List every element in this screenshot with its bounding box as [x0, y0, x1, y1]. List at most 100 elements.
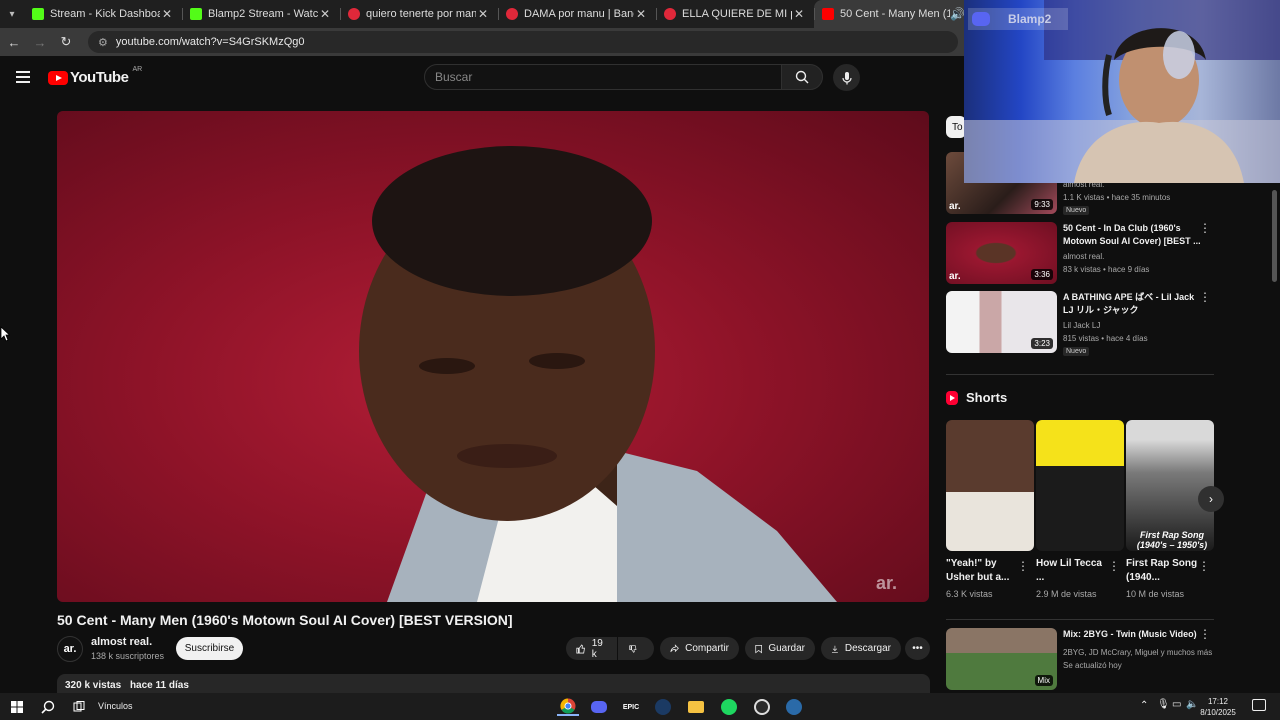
recommended-video[interactable]: ar. 3:36 50 Cent - In Da Club (1960's Mo… — [946, 222, 1214, 284]
windows-start-icon[interactable] — [8, 698, 26, 716]
new-badge: Nuevo — [1063, 206, 1090, 215]
voice-search-button[interactable] — [833, 64, 860, 91]
short-views: 2.9 M de vistas — [1036, 589, 1097, 599]
short-title[interactable]: How Lil Tecca ... — [1036, 557, 1108, 585]
reload-icon[interactable]: ↻ — [54, 34, 78, 50]
dislike-button[interactable] — [618, 637, 654, 660]
scrollbar-thumb[interactable] — [1272, 190, 1277, 282]
short-title[interactable]: "Yeah!" by Usher but a... — [946, 557, 1018, 585]
description-box[interactable]: 320 k vistas hace 11 días — [57, 674, 930, 694]
channel-name[interactable]: almost real. — [91, 636, 152, 648]
url-bar[interactable]: ⚙ youtube.com/watch?v=S4GrSKMzQg0 — [88, 31, 958, 53]
epic-games-taskbar-icon[interactable]: EPIC — [622, 698, 640, 716]
filter-chip-all[interactable]: To — [946, 116, 966, 138]
browser-tab-bandlab-1[interactable]: quiero tenerte por manu | Band ✕ — [340, 0, 498, 28]
youtube-favicon-icon — [822, 8, 834, 20]
bandlab-favicon-icon — [506, 8, 518, 20]
browser-tab-bandlab-2[interactable]: DAMA por manu | BandLab ✕ — [498, 0, 656, 28]
short-views: 10 M de vistas — [1126, 589, 1185, 599]
site-info-icon[interactable]: ⚙ — [98, 36, 108, 49]
mix-title: Mix: 2BYG - Twin (Music Video) — [1063, 629, 1197, 639]
tab-title: Stream - Kick Dashboard — [50, 8, 160, 20]
more-actions-button[interactable]: ••• — [905, 637, 930, 660]
video-title: 50 Cent - In Da Club (1960's Motown Soul… — [1063, 223, 1201, 246]
youtube-logo[interactable]: YouTube AR — [48, 66, 143, 86]
shorts-title: Shorts — [966, 390, 1008, 405]
close-tab-icon[interactable]: ✕ — [160, 7, 174, 21]
more-vert-icon[interactable]: ⋮ — [1198, 560, 1210, 572]
tab-title: DAMA por manu | BandLab — [524, 8, 634, 20]
more-vert-icon[interactable]: ⋮ — [1199, 291, 1211, 303]
file-explorer-taskbar-icon[interactable] — [687, 698, 705, 716]
tray-volume-icon[interactable]: 🔈 — [1186, 699, 1198, 710]
close-tab-icon[interactable]: ✕ — [792, 7, 806, 21]
taskbar-clock[interactable]: 17:12 8/10/2025 — [1198, 696, 1238, 718]
like-count: 19 k — [591, 637, 603, 660]
short-title[interactable]: First Rap Song (1940... — [1126, 557, 1198, 585]
taskbar-search-icon[interactable] — [39, 698, 57, 716]
browser-tab-kick-stream[interactable]: Blamp2 Stream - Watch Live on ✕ — [182, 0, 340, 28]
short-thumbnail[interactable] — [1036, 420, 1124, 551]
short-thumbnail[interactable]: First Rap Song (1940's – 1950's) — [1126, 420, 1214, 551]
channel-avatar[interactable]: ar. — [57, 636, 83, 662]
mix-thumbnail: Mix — [946, 628, 1057, 690]
steam-taskbar-icon[interactable] — [654, 698, 672, 716]
recommended-mix[interactable]: Mix Mix: 2BYG - Twin (Music Video) ⋮ 2BY… — [946, 628, 1214, 690]
more-vert-icon[interactable]: ⋮ — [1108, 560, 1120, 572]
new-badge: Nuevo — [1063, 347, 1090, 356]
shorts-next-button[interactable]: › — [1198, 486, 1224, 512]
subscribe-button[interactable]: Suscribirse — [176, 637, 243, 660]
recommended-video[interactable]: 3:23 A BATHING APE ばべ - Lil Jack LJ リル・ジ… — [946, 291, 1214, 356]
browser-tab-kick-dashboard[interactable]: Stream - Kick Dashboard ✕ — [24, 0, 182, 28]
browser-tab-youtube[interactable]: 50 Cent - Many Men (1960 🔊 — [814, 0, 972, 28]
download-button[interactable]: Descargar — [821, 637, 901, 660]
bandlab-favicon-icon — [348, 8, 360, 20]
bookmark-icon — [755, 644, 762, 653]
obs-taskbar-icon[interactable] — [753, 698, 771, 716]
bandlab-favicon-icon — [664, 8, 676, 20]
discord-username: Blamp2 — [1008, 12, 1052, 26]
tray-mic-icon[interactable]: 🎙 — [1157, 699, 1170, 710]
youtube-header: YouTube AR Buscar — [0, 56, 964, 98]
close-tab-icon[interactable]: ✕ — [318, 7, 332, 21]
video-stats: 83 k vistas • hace 9 días — [1063, 265, 1150, 274]
discord-taskbar-icon[interactable] — [590, 698, 608, 716]
menu-icon[interactable] — [16, 71, 30, 83]
save-button[interactable]: Guardar — [745, 637, 815, 660]
audio-playing-icon[interactable]: 🔊 — [950, 7, 965, 21]
back-arrow-icon[interactable]: ← — [2, 35, 26, 50]
browser-tab-bandlab-3[interactable]: ELLA QUIERE DE MI por manu | ✕ — [656, 0, 814, 28]
video-channel: Lil Jack LJ — [1063, 321, 1101, 330]
chrome-taskbar-icon[interactable] — [557, 698, 579, 716]
notification-icon[interactable] — [1252, 699, 1266, 711]
search-button[interactable] — [781, 64, 823, 90]
tray-network-icon[interactable]: ▭ — [1172, 699, 1181, 710]
short-thumbnail[interactable] — [946, 420, 1034, 551]
close-tab-icon[interactable]: ✕ — [476, 7, 490, 21]
more-vert-icon[interactable]: ⋮ — [1199, 628, 1211, 640]
tab-title: ELLA QUIERE DE MI por manu | — [682, 8, 792, 20]
tab-title: quiero tenerte por manu | Band — [366, 8, 476, 20]
tray-chevron-icon[interactable]: ⌃ — [1140, 700, 1148, 711]
task-view-icon[interactable] — [70, 698, 88, 716]
video-thumbnail: 3:23 — [946, 291, 1057, 353]
more-vert-icon[interactable]: ⋮ — [1199, 222, 1211, 234]
youtube-play-icon — [48, 70, 68, 85]
steam-app-taskbar-icon[interactable] — [785, 698, 803, 716]
video-thumbnail: ar. 3:36 — [946, 222, 1057, 284]
video-player[interactable]: ar. — [57, 111, 929, 602]
spotify-taskbar-icon[interactable] — [720, 698, 738, 716]
tab-search-icon[interactable]: ▾ — [0, 0, 24, 28]
like-button[interactable]: 19 k — [566, 637, 617, 660]
close-tab-icon[interactable]: ✕ — [634, 7, 648, 21]
taskbar-links-label[interactable]: Vínculos — [98, 701, 133, 711]
forward-arrow-icon[interactable]: → — [28, 35, 52, 50]
short-overlay-text: First Rap Song (1940's – 1950's) — [1136, 530, 1208, 550]
more-vert-icon[interactable]: ⋮ — [1017, 560, 1029, 572]
region-code: AR — [132, 66, 143, 73]
section-divider — [946, 374, 1214, 375]
search-input[interactable]: Buscar — [424, 64, 782, 90]
download-label: Descargar — [844, 643, 891, 654]
share-button[interactable]: Compartir — [660, 637, 739, 660]
video-duration: 3:23 — [1031, 338, 1053, 349]
